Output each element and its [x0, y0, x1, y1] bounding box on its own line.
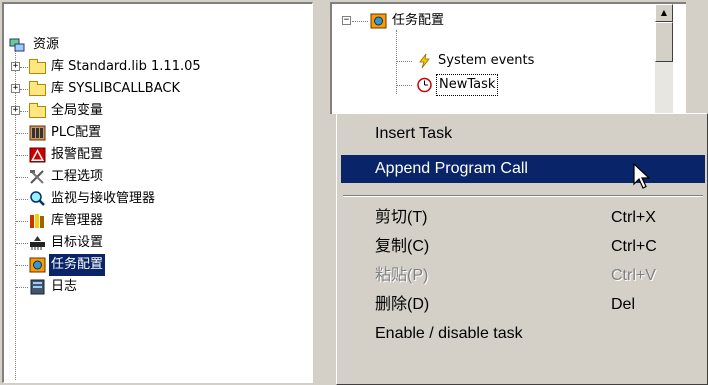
expand-toggle[interactable]: + [11, 62, 20, 71]
resource-tree-panel[interactable]: 资源 + 库 Standard.lib 1.11.05 + 库 SYSLIBCA… [2, 2, 313, 383]
clock-icon [417, 77, 432, 93]
expand-toggle[interactable]: + [11, 106, 20, 115]
plc-config-icon [29, 125, 46, 141]
target-chip-icon [30, 236, 45, 250]
collapse-toggle[interactable]: − [342, 16, 351, 25]
folder-icon [29, 81, 46, 96]
tree-item-label: 日志 [51, 279, 78, 294]
tree-item-label: 工程选项 [51, 169, 104, 184]
context-menu[interactable]: Insert Task Append Program Call 剪切(T) Ct… [336, 113, 708, 385]
tree-item-label: 任务配置 [49, 254, 106, 276]
folder-icon [29, 103, 46, 118]
task-tree-item-label: System events [438, 53, 535, 68]
menu-item-paste: 粘贴(P) Ctrl+V [375, 267, 656, 284]
tree-item-label: 报警配置 [51, 147, 104, 162]
tree-item-label: PLC配置 [51, 125, 102, 140]
menu-separator [343, 195, 703, 197]
scroll-thumb[interactable] [655, 22, 673, 62]
task-tree-root-label: 任务配置 [392, 13, 445, 28]
menu-item-cut[interactable]: 剪切(T) Ctrl+X [341, 204, 705, 232]
tools-icon [30, 170, 44, 184]
task-tree-item-label: NewTask [436, 74, 499, 96]
tree-item-label: 库管理器 [51, 213, 104, 228]
menu-item-delete[interactable]: 删除(D) Del [341, 291, 705, 319]
magnifier-icon [30, 191, 45, 206]
tree-connector-line [15, 50, 16, 380]
tree-item-label: 目标设置 [51, 235, 104, 250]
task-tree-scrollbar[interactable]: ▲ [655, 4, 673, 114]
task-config-icon [29, 257, 46, 273]
mouse-pointer-icon [633, 163, 651, 189]
expand-toggle[interactable]: + [11, 84, 20, 93]
scroll-up-button[interactable]: ▲ [655, 4, 673, 22]
tree-item-label: 库 Standard.lib 1.11.05 [51, 59, 201, 74]
library-books-icon [30, 214, 44, 228]
task-config-icon [370, 13, 387, 29]
lightning-icon [419, 53, 430, 69]
resources-icon [9, 38, 25, 52]
folder-icon [29, 59, 46, 74]
task-config-tree-panel[interactable]: − 任务配置 System events NewTask [330, 2, 686, 114]
tree-item-label: 全局变量 [51, 103, 104, 118]
tree-item-label: 库 SYSLIBCALLBACK [51, 81, 180, 96]
tree-item-label: 监视与接收管理器 [51, 191, 156, 206]
menu-item-copy[interactable]: 复制(C) Ctrl+C [341, 233, 705, 261]
menu-item-enable-disable-task[interactable]: Enable / disable task [341, 320, 705, 348]
tree-root-label: 资源 [33, 37, 60, 52]
menu-item-insert-task[interactable]: Insert Task [341, 120, 705, 148]
log-icon [30, 279, 45, 295]
alarm-icon [29, 147, 46, 163]
